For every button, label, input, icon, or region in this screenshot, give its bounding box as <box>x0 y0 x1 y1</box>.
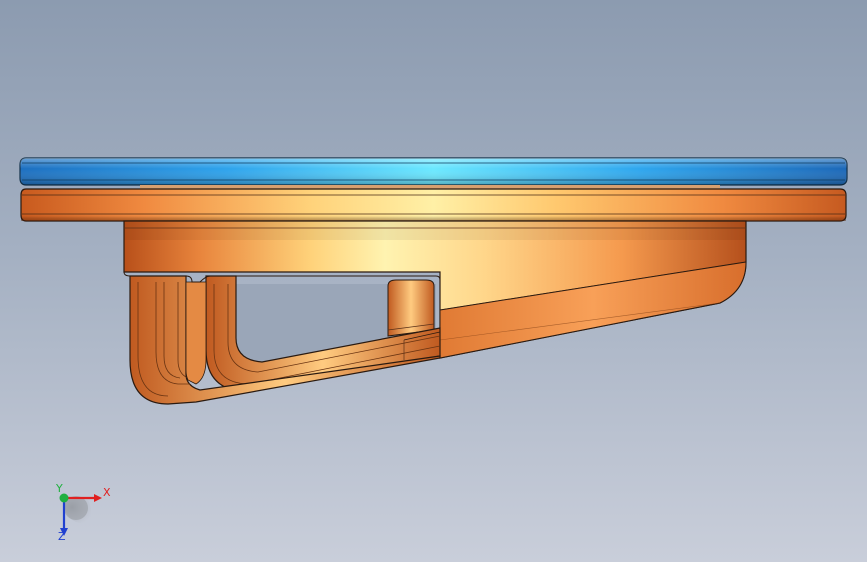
y-axis-label: Y <box>56 482 63 495</box>
x-axis-label: X <box>103 486 111 499</box>
graphics-viewport[interactable]: X Y Z <box>0 0 867 562</box>
z-axis-label: Z <box>58 530 66 543</box>
blue-plate[interactable] <box>19 157 848 186</box>
orange-flange[interactable] <box>20 188 847 222</box>
post[interactable] <box>387 279 435 337</box>
model-view[interactable] <box>0 0 867 562</box>
orientation-triad: X Y Z <box>44 480 124 550</box>
